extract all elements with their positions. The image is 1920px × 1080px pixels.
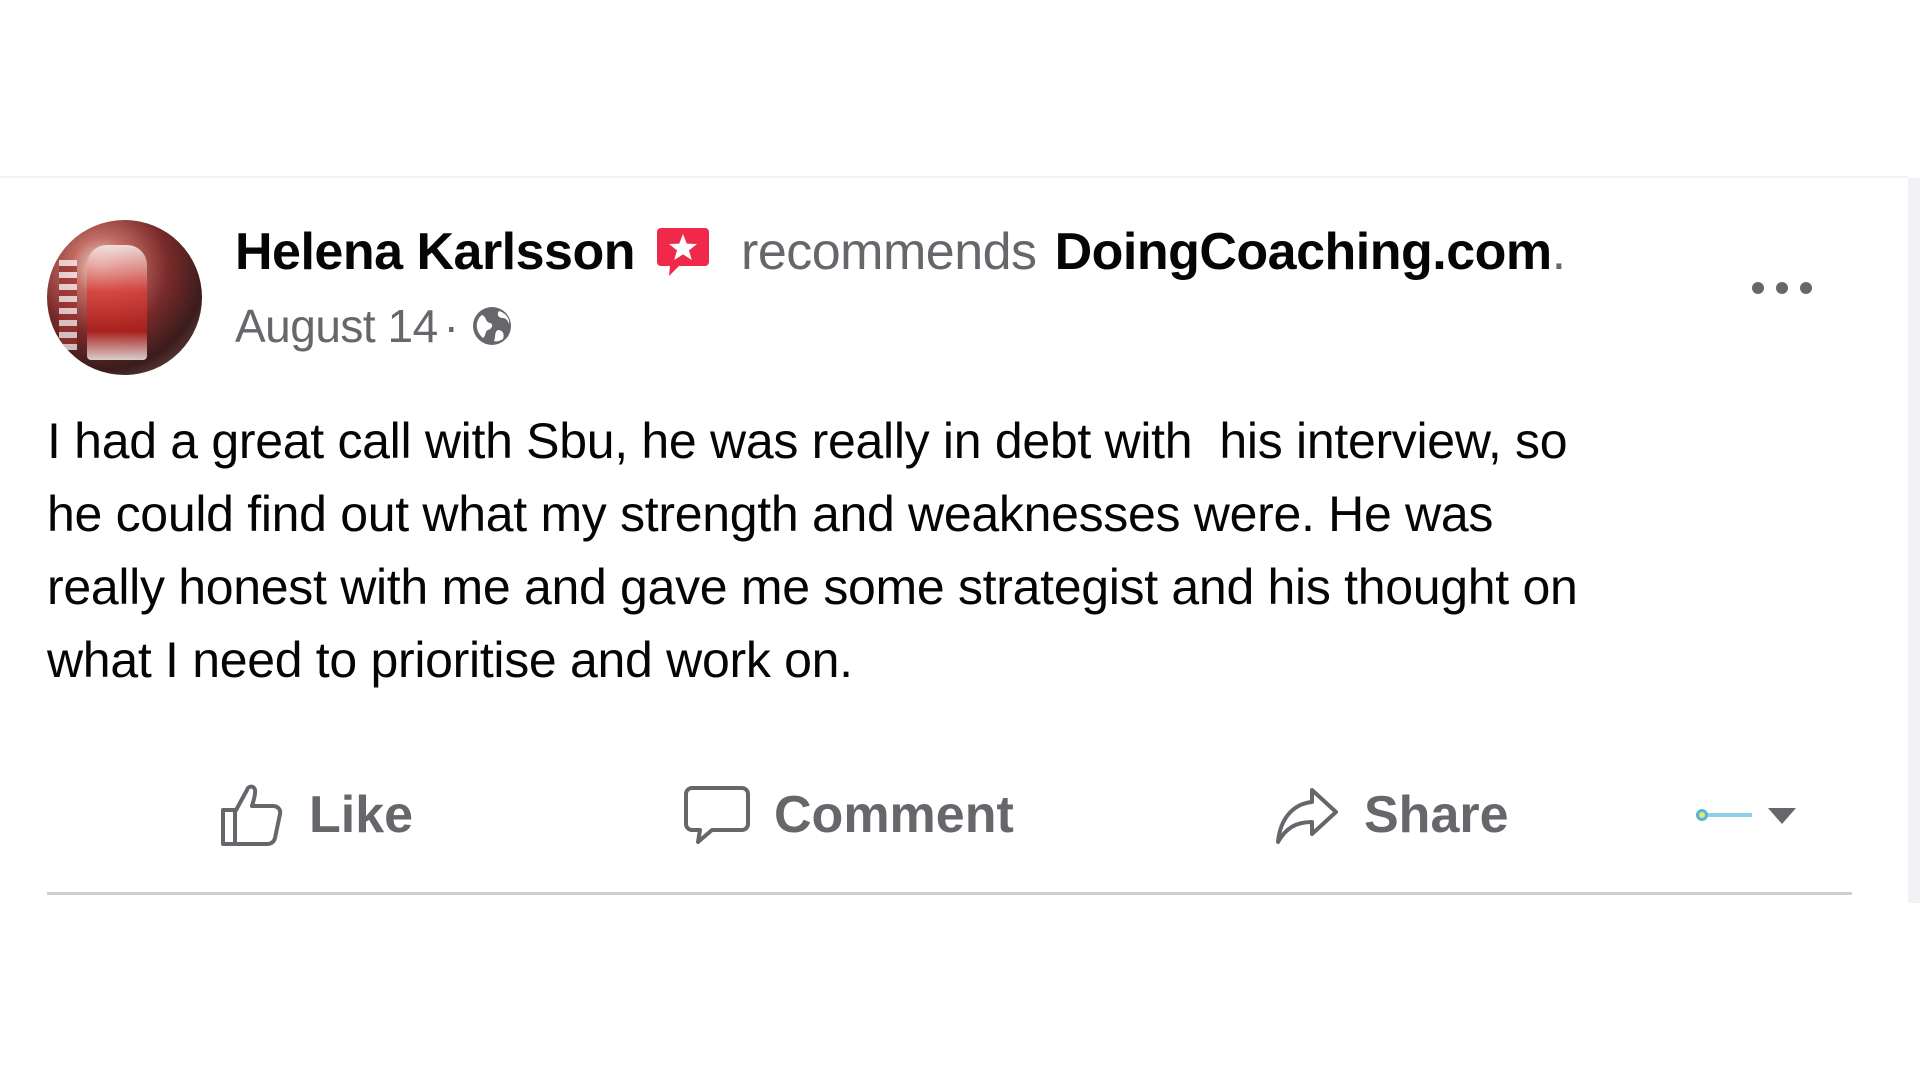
- post-date[interactable]: August 14: [235, 299, 438, 353]
- more-options-icon: [1752, 282, 1812, 294]
- audience-selector[interactable]: [1692, 775, 1822, 855]
- post-header: Helena Karlsson recommends DoingCoaching…: [235, 222, 1566, 282]
- speech-bubble-icon: [684, 786, 750, 844]
- avatar-figure: [87, 245, 147, 360]
- like-button[interactable]: Like: [217, 775, 413, 855]
- date-separator: ·: [443, 300, 459, 352]
- actions-divider: [47, 892, 1852, 895]
- recommends-label: recommends: [741, 223, 1037, 281]
- comment-label: Comment: [774, 786, 1014, 844]
- page-name-suffix: .: [1551, 223, 1567, 281]
- post-meta: August 14 ·: [235, 298, 515, 354]
- post-actions-bar: Like Comment Share: [47, 775, 1852, 855]
- recommend-badge-icon: [655, 226, 711, 278]
- globe-icon[interactable]: [469, 303, 515, 349]
- recommended-page-link[interactable]: DoingCoaching.com: [1055, 222, 1553, 282]
- card-right-edge: [1908, 178, 1920, 903]
- share-button[interactable]: Share: [1272, 775, 1509, 855]
- avatar-detail: [59, 260, 77, 350]
- chevron-down-icon: [1768, 808, 1796, 824]
- comment-button[interactable]: Comment: [682, 775, 1014, 855]
- author-name[interactable]: Helena Karlsson: [235, 222, 636, 282]
- page-avatar-icon: [1696, 809, 1752, 821]
- author-avatar[interactable]: [47, 220, 202, 375]
- share-label: Share: [1364, 786, 1509, 844]
- like-label: Like: [309, 786, 414, 844]
- post-body-text: I had a great call with Sbu, he was real…: [47, 413, 1578, 688]
- thumbs-up-icon: [221, 784, 283, 846]
- more-options-button[interactable]: [1742, 268, 1822, 308]
- share-arrow-icon: [1276, 788, 1338, 844]
